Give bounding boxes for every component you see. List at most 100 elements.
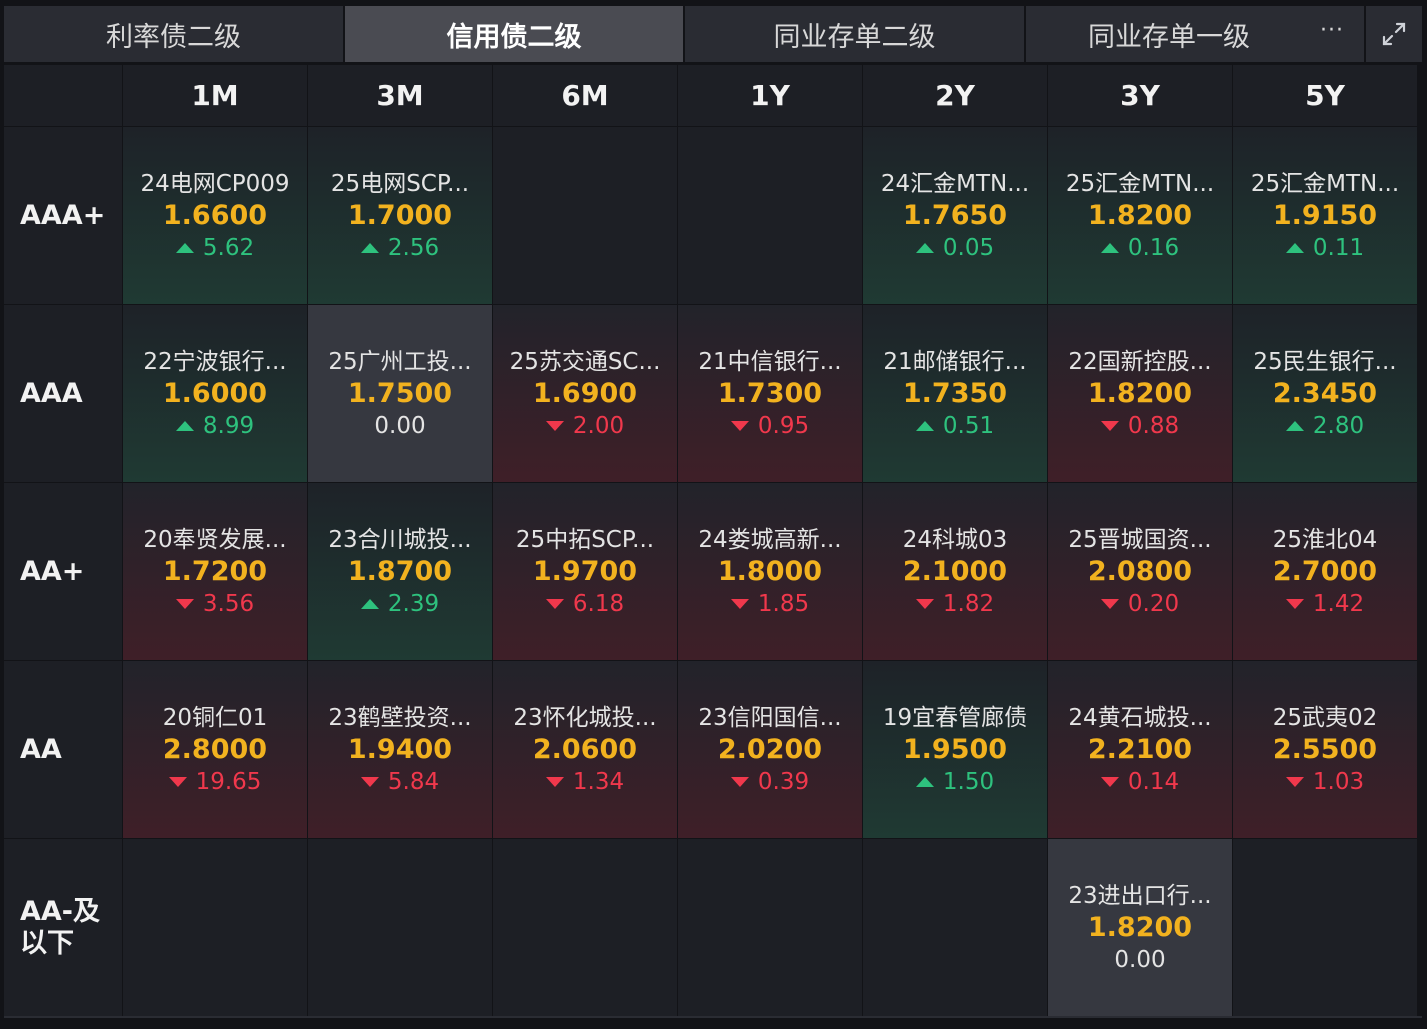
triangle-down-icon xyxy=(175,598,194,609)
bond-name: 25电网SCP... xyxy=(330,170,470,197)
bond-yield: 2.0800 xyxy=(1087,555,1193,587)
bond-cell[interactable]: 25汇金MTN... 1.8200 0.16 xyxy=(1048,127,1232,304)
bond-change: 0.00 xyxy=(1114,945,1165,975)
bond-cell[interactable]: 23信阳国信... 2.0200 0.39 xyxy=(678,661,862,838)
triangle-down-icon xyxy=(915,598,934,609)
bond-change: 0.88 xyxy=(1100,411,1179,441)
bond-yield: 1.9500 xyxy=(902,733,1008,765)
bond-cell[interactable]: 23合川城投... 1.8700 2.39 xyxy=(308,483,492,660)
bond-cell[interactable]: 21中信银行... 1.7300 0.95 xyxy=(678,305,862,482)
bond-yield: 2.3450 xyxy=(1272,377,1378,409)
triangle-down-icon xyxy=(545,420,564,431)
bond-name: 24娄城高新... xyxy=(698,526,842,553)
triangle-down-icon xyxy=(730,776,749,787)
tab-label: 同业存单二级 xyxy=(773,21,936,53)
tab-bar: 利率债二级 信用债二级 同业存单二级 同业存单一级 ··· xyxy=(4,6,1422,64)
bond-change: 3.56 xyxy=(175,589,255,619)
bond-name: 20铜仁01 xyxy=(162,704,268,731)
bond-cell[interactable]: 25电网SCP... 1.7000 2.56 xyxy=(308,127,492,304)
bond-change: 0.20 xyxy=(1100,589,1180,619)
bond-name: 25苏交通SC... xyxy=(509,348,661,375)
bond-cell[interactable]: 20铜仁01 2.8000 19.65 xyxy=(123,661,307,838)
tab-label: 同业存单一级 xyxy=(1088,21,1250,53)
bond-cell[interactable]: 25广州工投... 1.7500 0.00 xyxy=(308,305,492,482)
bond-change-value: 5.84 xyxy=(387,768,440,795)
bond-change-value: 2.56 xyxy=(387,234,440,261)
triangle-up-icon xyxy=(175,420,194,431)
bond-change: 1.85 xyxy=(730,589,809,619)
bond-yield: 2.2100 xyxy=(1087,733,1193,765)
bottom-divider xyxy=(4,1016,1422,1018)
bond-cell[interactable]: 24电网CP009 1.6600 5.62 xyxy=(123,127,307,304)
bond-change-value: 0.95 xyxy=(757,412,810,439)
bond-name: 22宁波银行... xyxy=(143,348,287,375)
bond-change-value: 2.39 xyxy=(387,590,440,617)
bond-yield: 1.6900 xyxy=(532,377,638,409)
tab-ncd-primary[interactable]: 同业存单一级 ··· xyxy=(1026,6,1364,62)
bond-cell[interactable]: 22宁波银行... 1.6000 8.99 xyxy=(123,305,307,482)
bond-cell[interactable]: 23怀化城投... 2.0600 1.34 xyxy=(493,661,677,838)
bond-name: 20奉贤发展... xyxy=(143,526,287,553)
bond-cell[interactable]: 25苏交通SC... 1.6900 2.00 xyxy=(493,305,677,482)
bond-yield: 1.6000 xyxy=(162,377,268,409)
row-label-rating: AAA xyxy=(4,305,122,482)
bond-change-value: 0.51 xyxy=(942,412,995,439)
bond-yield: 2.0200 xyxy=(717,733,823,765)
bond-change: 1.03 xyxy=(1285,767,1364,797)
bond-cell[interactable]: 25民生银行... 2.3450 2.80 xyxy=(1233,305,1417,482)
bond-yield: 1.8700 xyxy=(347,555,453,587)
bond-cell[interactable]: 20奉贤发展... 1.7200 3.56 xyxy=(123,483,307,660)
bond-cell[interactable]: 23进出口行... 1.8200 0.00 xyxy=(1048,839,1232,1016)
bond-cell[interactable]: 24黄石城投... 2.2100 0.14 xyxy=(1048,661,1232,838)
bond-name: 25广州工投... xyxy=(328,348,472,375)
bond-name: 24电网CP009 xyxy=(140,170,290,197)
column-header: 3M xyxy=(308,65,492,126)
bond-cell[interactable]: 25汇金MTN... 1.9150 0.11 xyxy=(1233,127,1417,304)
bond-name: 23合川城投... xyxy=(328,526,472,553)
triangle-down-icon xyxy=(1100,598,1119,609)
row-label-rating: AA-及以下 xyxy=(4,839,122,1016)
expand-icon[interactable] xyxy=(1366,6,1422,62)
bond-name: 19宜春管廊债 xyxy=(882,704,1028,731)
bond-cell[interactable]: 23鹤壁投资... 1.9400 5.84 xyxy=(308,661,492,838)
triangle-up-icon xyxy=(1100,242,1119,253)
bond-yield: 1.8200 xyxy=(1087,911,1193,943)
bond-cell[interactable]: 25晋城国资... 2.0800 0.20 xyxy=(1048,483,1232,660)
bond-change: 0.05 xyxy=(915,233,994,263)
bond-change-value: 1.42 xyxy=(1312,590,1365,617)
bond-name: 25民生银行... xyxy=(1253,348,1397,375)
triangle-down-icon xyxy=(168,776,187,787)
triangle-down-icon xyxy=(545,776,564,787)
tab-credit-bond-secondary[interactable]: 信用债二级 xyxy=(345,6,683,62)
bond-change-value: 0.39 xyxy=(757,768,810,795)
tab-ncd-secondary[interactable]: 同业存单二级 xyxy=(685,6,1024,62)
triangle-up-icon xyxy=(915,242,934,253)
bond-cell[interactable]: 25武夷02 2.5500 1.03 xyxy=(1233,661,1417,838)
bond-name: 22国新控股... xyxy=(1068,348,1212,375)
bond-name: 25中拓SCP... xyxy=(515,526,655,553)
bond-cell[interactable]: 21邮储银行... 1.7350 0.51 xyxy=(863,305,1047,482)
bond-change: 0.39 xyxy=(730,767,810,797)
bond-change-value: 19.65 xyxy=(195,768,262,795)
bond-cell[interactable]: 25淮北04 2.7000 1.42 xyxy=(1233,483,1417,660)
bond-change-value: 0.16 xyxy=(1127,234,1180,261)
tab-rate-bond-secondary[interactable]: 利率债二级 xyxy=(4,6,343,62)
bond-change-value: 0.20 xyxy=(1127,590,1180,617)
bond-change-value: 2.00 xyxy=(572,412,625,439)
bond-change: 1.82 xyxy=(915,589,994,619)
bond-change-value: 1.50 xyxy=(942,768,995,795)
bond-yield: 2.0600 xyxy=(532,733,638,765)
bond-change-value: 3.56 xyxy=(202,590,255,617)
bond-cell[interactable]: 19宜春管廊债 1.9500 1.50 xyxy=(863,661,1047,838)
more-icon[interactable]: ··· xyxy=(1320,18,1344,43)
bond-cell[interactable]: 24汇金MTN... 1.7650 0.05 xyxy=(863,127,1047,304)
triangle-down-icon xyxy=(1100,420,1119,431)
bond-cell[interactable]: 24娄城高新... 1.8000 1.85 xyxy=(678,483,862,660)
bond-cell[interactable]: 24科城03 2.1000 1.82 xyxy=(863,483,1047,660)
bond-name: 23进出口行... xyxy=(1068,882,1212,909)
bond-yield: 2.8000 xyxy=(162,733,268,765)
bond-cell[interactable]: 25中拓SCP... 1.9700 6.18 xyxy=(493,483,677,660)
triangle-up-icon xyxy=(1285,242,1304,253)
bond-name: 24黄石城投... xyxy=(1068,704,1212,731)
bond-cell[interactable]: 22国新控股... 1.8200 0.88 xyxy=(1048,305,1232,482)
